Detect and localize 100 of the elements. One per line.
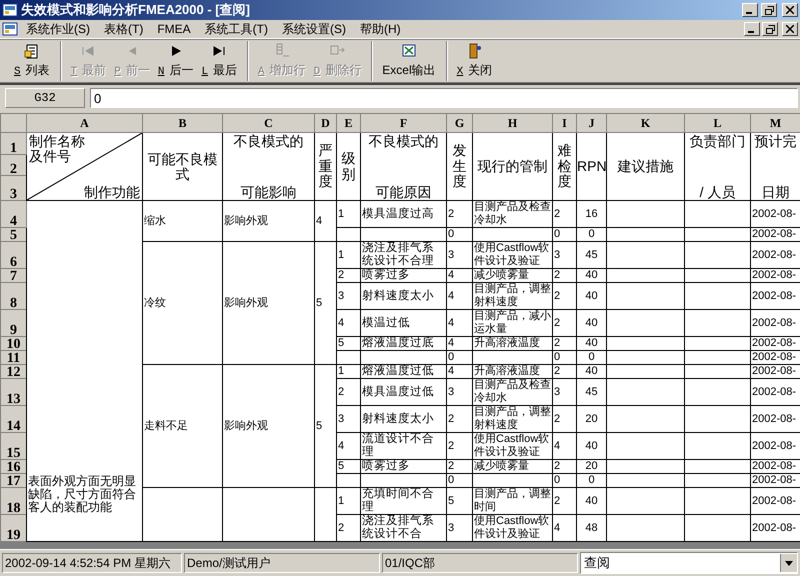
table-cell: 4 <box>446 336 472 350</box>
column-header[interactable]: F <box>360 114 446 132</box>
close-icon <box>786 25 794 33</box>
row-header[interactable]: 4 <box>0 200 26 228</box>
table-cell: 2002-08- <box>750 350 800 364</box>
column-header[interactable]: I <box>552 114 576 132</box>
row-header[interactable]: 8 <box>0 282 26 310</box>
table-cell: 目测产品及检查冷却水 <box>472 200 552 228</box>
header-cell: 发生度 <box>446 132 472 200</box>
table-cell: 目测产品，调整时间 <box>472 488 552 514</box>
toolbar-button[interactable]: S 列表 <box>10 41 54 81</box>
row-header[interactable]: 17 <box>0 474 26 488</box>
table-cell: 使用Castflow软件设计及验证 <box>472 514 552 542</box>
restore-button[interactable] <box>762 22 778 36</box>
menu-item[interactable]: 表格(T) <box>98 20 150 38</box>
row-header[interactable]: 12 <box>0 364 26 378</box>
row-header[interactable]: 3 <box>0 176 26 200</box>
table-cell: 45 <box>576 378 606 406</box>
row-header[interactable]: 5 <box>0 228 26 242</box>
row-header[interactable]: 9 <box>0 310 26 336</box>
table-cell: 40 <box>576 488 606 514</box>
table-cell: 3 <box>552 242 576 268</box>
table-cell <box>684 406 750 432</box>
column-header[interactable]: G <box>446 114 472 132</box>
row-header[interactable]: 10 <box>0 336 26 350</box>
table-cell <box>684 242 750 268</box>
header-label: 可能影响 <box>240 184 296 200</box>
table-cell: 4 <box>446 282 472 310</box>
close-button[interactable] <box>782 3 798 17</box>
menu-item[interactable]: 系统工具(T) <box>198 20 274 38</box>
column-header[interactable]: C <box>222 114 314 132</box>
formula-field[interactable]: 0 <box>90 88 798 108</box>
table-cell: 模具温度过低 <box>360 378 446 406</box>
column-header[interactable]: B <box>142 114 222 132</box>
column-header[interactable]: D <box>314 114 336 132</box>
window-title: 失效模式和影响分析FMEA2000 - [查阅] <box>21 1 251 19</box>
table-cell: 5 <box>336 336 360 350</box>
menu-item[interactable]: 帮助(H) <box>354 20 407 38</box>
header-label: 制作名称 <box>29 134 86 148</box>
restore-button[interactable] <box>761 3 777 17</box>
row-header[interactable]: 14 <box>0 406 26 432</box>
table-cell: 升高溶液温度 <box>472 336 552 350</box>
row-header[interactable]: 6 <box>0 242 26 268</box>
column-header[interactable]: J <box>576 114 606 132</box>
column-header[interactable]: K <box>606 114 684 132</box>
close-button[interactable] <box>782 22 798 36</box>
table-cell: 5 <box>314 364 336 488</box>
row-header[interactable]: 2 <box>0 154 26 176</box>
table-cell: 2 <box>336 378 360 406</box>
table-cell: 模具温度过高 <box>360 200 446 228</box>
minimize-button[interactable] <box>744 22 760 36</box>
toolbar-button[interactable]: L 最后 <box>197 41 242 81</box>
table-cell: 4 <box>446 364 472 378</box>
row-header[interactable]: 16 <box>0 460 26 474</box>
table-cell: 20 <box>576 460 606 474</box>
table-cell: 45 <box>576 242 606 268</box>
toolbar-button[interactable]: N 后一 <box>154 41 198 81</box>
table-cell: 2 <box>552 364 576 378</box>
status-datetime: 2002-09-14 4:52:54 PM 星期六 <box>2 553 182 573</box>
minimize-button[interactable] <box>742 3 758 17</box>
column-header[interactable]: L <box>684 114 750 132</box>
table-cell: 4 <box>314 200 336 242</box>
header-cell: 难检度 <box>552 132 576 200</box>
table-cell <box>336 228 360 242</box>
header-label: 制作功能 <box>84 184 140 200</box>
toolbar-button[interactable]: Excel输出 <box>378 41 440 81</box>
row-header[interactable]: 19 <box>0 514 26 542</box>
table-cell: 0 <box>446 228 472 242</box>
table-cell: 2 <box>552 200 576 228</box>
list-icon <box>24 43 40 59</box>
table-cell <box>684 378 750 406</box>
header-label: / 人员 <box>700 184 736 200</box>
menu-item[interactable]: 系统设置(S) <box>276 20 352 38</box>
row-header[interactable]: 7 <box>0 268 26 282</box>
column-header[interactable]: E <box>336 114 360 132</box>
header-cell: 严重度 <box>314 132 336 200</box>
column-header[interactable]: A <box>26 114 142 132</box>
table-cell: 减少喷雾量 <box>472 460 552 474</box>
toolbar-button[interactable]: X 关闭 <box>452 41 496 81</box>
mode-dropdown[interactable]: 查阅 <box>580 552 798 574</box>
menu-item[interactable]: FMEA <box>151 21 197 37</box>
row-header[interactable]: 11 <box>0 350 26 364</box>
table-cell: 2 <box>552 460 576 474</box>
row-header[interactable]: 18 <box>0 488 26 514</box>
table-cell: 48 <box>576 514 606 542</box>
row-header[interactable]: 13 <box>0 378 26 406</box>
table-cell: 目测产品，调整射料速度 <box>472 282 552 310</box>
status-department: 01/IQC部 <box>382 553 578 573</box>
table-cell: 20 <box>576 406 606 432</box>
row-header[interactable]: 1 <box>0 132 26 154</box>
table-cell: 0 <box>576 228 606 242</box>
table-cell: 4 <box>446 268 472 282</box>
table-cell: 充填时间不合理 <box>360 488 446 514</box>
cell-reference-field[interactable]: G32 <box>5 88 85 108</box>
row-header[interactable]: 15 <box>0 432 26 460</box>
column-header[interactable]: M <box>750 114 800 132</box>
table-cell: 1 <box>336 364 360 378</box>
table-cell <box>684 310 750 336</box>
column-header[interactable]: H <box>472 114 552 132</box>
menu-item[interactable]: 系统作业(S) <box>20 20 96 38</box>
